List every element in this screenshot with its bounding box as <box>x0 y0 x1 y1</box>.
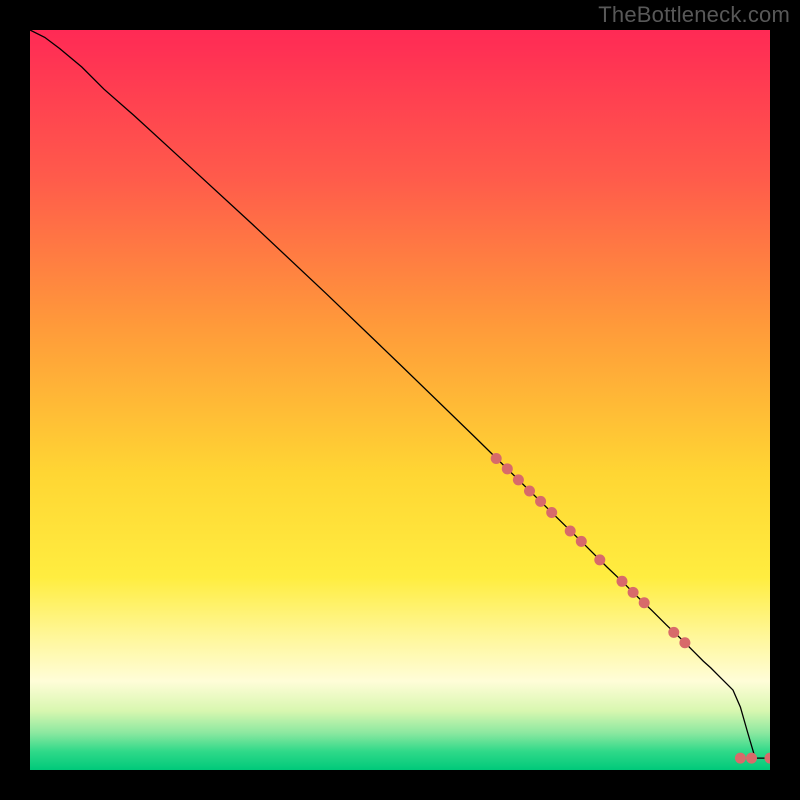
data-point <box>546 507 557 518</box>
data-point <box>628 587 639 598</box>
data-point <box>617 576 628 587</box>
data-point <box>639 597 650 608</box>
data-point <box>594 554 605 565</box>
data-point <box>535 496 546 507</box>
gradient-background <box>30 30 770 770</box>
data-point <box>746 753 757 764</box>
data-point <box>513 474 524 485</box>
data-point <box>679 637 690 648</box>
plot-area <box>30 30 770 770</box>
data-point <box>491 453 502 464</box>
chart-svg <box>30 30 770 770</box>
data-point <box>524 486 535 497</box>
data-point <box>668 627 679 638</box>
chart-frame: TheBottleneck.com <box>0 0 800 800</box>
data-point <box>735 753 746 764</box>
data-point <box>565 525 576 536</box>
data-point <box>576 536 587 547</box>
data-point <box>502 463 513 474</box>
watermark-text: TheBottleneck.com <box>598 2 790 28</box>
